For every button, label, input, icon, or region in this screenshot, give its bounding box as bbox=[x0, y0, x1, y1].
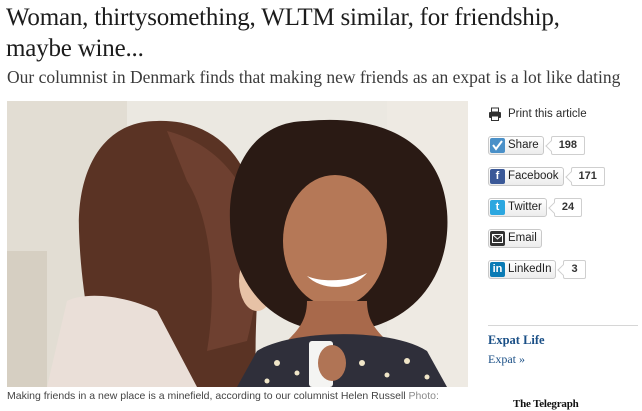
section-title: Expat Life bbox=[488, 333, 545, 347]
share-count: 198 bbox=[550, 135, 586, 155]
facebook-icon: f bbox=[490, 168, 505, 184]
headline-line-1: Woman, thirtysomething, WLTM similar, fo… bbox=[6, 4, 560, 31]
facebook-count: 171 bbox=[570, 166, 605, 186]
linkedin-label: LinkedIn bbox=[508, 263, 552, 275]
photo-caption: Making friends in a new place is a minef… bbox=[7, 390, 477, 403]
article-photo bbox=[7, 101, 468, 387]
article-standfirst: Our columnist in Denmark finds that maki… bbox=[7, 67, 621, 87]
linkedin-share-button[interactable]: in LinkedIn bbox=[488, 259, 557, 279]
email-share-button[interactable]: Email bbox=[488, 228, 542, 248]
share-icon bbox=[490, 137, 505, 153]
email-row: Email bbox=[488, 228, 542, 248]
photo-illustration bbox=[7, 101, 468, 387]
sidebar-divider bbox=[488, 325, 638, 326]
headline-line-2: maybe wine... bbox=[6, 35, 144, 62]
share-row: Share 198 bbox=[488, 135, 586, 155]
print-article-link[interactable]: Print this article bbox=[488, 105, 638, 123]
share-button[interactable]: Share bbox=[488, 135, 544, 155]
linkedin-row: in LinkedIn 3 bbox=[488, 259, 586, 279]
twitter-share-button[interactable]: t Twitter bbox=[488, 197, 547, 217]
twitter-count: 24 bbox=[553, 197, 583, 217]
caption-text: Making friends in a new place is a minef… bbox=[7, 390, 406, 402]
twitter-label: Twitter bbox=[508, 201, 542, 213]
share-label: Share bbox=[508, 139, 539, 151]
linkedin-count: 3 bbox=[563, 259, 586, 279]
article-sidebar: Print this article Share 198 f Facebook … bbox=[488, 105, 638, 279]
printer-icon bbox=[489, 107, 501, 121]
print-article-label: Print this article bbox=[508, 108, 587, 120]
article-headline: Woman, thirtysomething, WLTM similar, fo… bbox=[6, 2, 638, 64]
twitter-icon: t bbox=[490, 199, 505, 215]
section-link[interactable]: Expat » bbox=[488, 352, 525, 367]
facebook-row: f Facebook 171 bbox=[488, 166, 605, 186]
twitter-row: t Twitter 24 bbox=[488, 197, 583, 217]
photo-credit: Photo: bbox=[408, 390, 439, 402]
email-icon bbox=[490, 230, 505, 246]
linkedin-icon: in bbox=[490, 261, 505, 277]
email-label: Email bbox=[508, 232, 537, 244]
telegraph-logo[interactable]: The Telegraph bbox=[513, 398, 579, 410]
facebook-share-button[interactable]: f Facebook bbox=[488, 166, 564, 186]
facebook-label: Facebook bbox=[508, 170, 559, 182]
